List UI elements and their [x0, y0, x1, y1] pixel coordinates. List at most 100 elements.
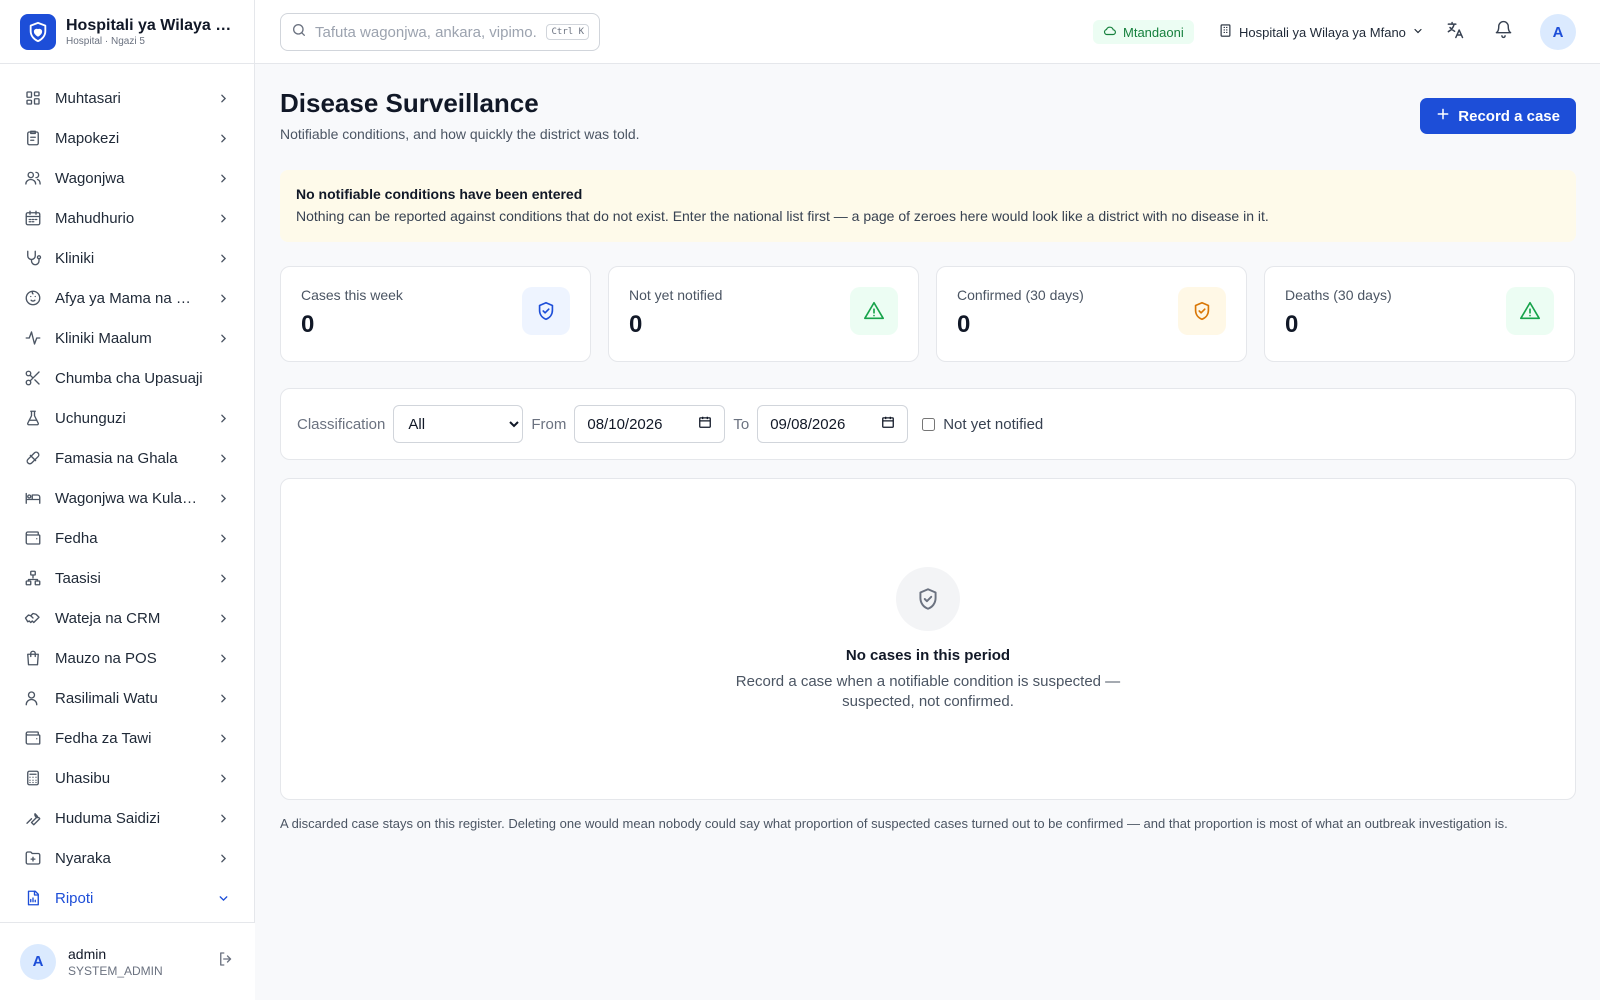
stat-card: Not yet notified 0	[608, 266, 919, 362]
brand[interactable]: Hospitali ya Wilaya ya Mfano Hospital · …	[0, 0, 254, 64]
chevron-down-icon	[1412, 25, 1424, 40]
sidebar-item-nyaraka[interactable]: Nyaraka	[0, 838, 254, 878]
shield-check-icon	[1178, 287, 1226, 335]
sidebar-item-kliniki[interactable]: Kliniki	[0, 238, 254, 278]
sidebar-item-wateja-na-crm[interactable]: Wateja na CRM	[0, 598, 254, 638]
to-date-input[interactable]: 09/08/2026	[757, 405, 909, 443]
sidebar-item-label: Mapokezi	[55, 129, 120, 147]
wallet-icon	[24, 729, 42, 747]
not-yet-notified-label: Not yet notified	[943, 415, 1044, 433]
sidebar-item-label: Kliniki	[55, 249, 95, 267]
user-box: A admin SYSTEM_ADMIN	[0, 922, 255, 1000]
report-icon	[24, 889, 42, 907]
sidebar-item-label: Fedha za Tawi	[55, 729, 152, 747]
chevron-right-icon	[216, 171, 230, 185]
top-bar: Ctrl K Mtandaoni Hospitali ya Wilaya ya …	[255, 0, 1600, 64]
from-label: From	[531, 415, 567, 433]
shopping-bag-icon	[24, 649, 42, 667]
pill-icon	[24, 449, 42, 467]
sidebar-item-label: Wagonjwa wa Kulazwa	[55, 489, 203, 507]
chevron-right-icon	[216, 451, 230, 465]
sidebar-nav: Muhtasari Mapokezi Wagonjwa Mahudhurio Klini…	[0, 64, 254, 918]
footnote: A discarded case stays on this register.…	[280, 816, 1508, 831]
calendar-icon[interactable]	[698, 415, 712, 433]
alert-triangle-icon	[1506, 287, 1554, 335]
facility-selector[interactable]: Hospitali ya Wilaya ya Mfano	[1218, 18, 1424, 46]
folder-icon	[24, 849, 42, 867]
sidebar-item-huduma-saidizi[interactable]: Huduma Saidizi	[0, 798, 254, 838]
sidebar-item-wagonjwa[interactable]: Wagonjwa	[0, 158, 254, 198]
chevron-right-icon	[216, 691, 230, 705]
sidebar-item-rasilimali-watu[interactable]: Rasilimali Watu	[0, 678, 254, 718]
record-case-button[interactable]: Record a case	[1420, 98, 1576, 134]
sidebar-item-label: Wagonjwa	[55, 169, 125, 187]
user-role: SYSTEM_ADMIN	[68, 963, 163, 978]
page-subtitle: Notifiable conditions, and how quickly t…	[280, 126, 640, 142]
notifications-button[interactable]	[1485, 14, 1521, 50]
chevron-right-icon	[216, 331, 230, 345]
users-icon	[24, 169, 42, 187]
chevron-right-icon	[216, 571, 230, 585]
bell-icon	[1494, 20, 1513, 44]
sidebar-item-taasisi[interactable]: Taasisi	[0, 558, 254, 598]
sidebar: Hospitali ya Wilaya ya Mfano Hospital · …	[0, 0, 255, 1000]
user-avatar[interactable]: A	[20, 943, 56, 980]
global-search[interactable]: Ctrl K	[280, 13, 600, 51]
sidebar-item-ripoti[interactable]: Ripoti	[0, 878, 254, 918]
stat-card: Cases this week 0	[280, 266, 591, 362]
chevron-right-icon	[216, 731, 230, 745]
scissors-icon	[24, 369, 42, 387]
grid-icon	[24, 89, 42, 107]
not-yet-notified-filter[interactable]: Not yet notified	[922, 416, 1043, 433]
sidebar-item-chumba-cha-upasuaji[interactable]: Chumba cha Upasuaji	[0, 358, 254, 398]
facility-name: Hospitali ya Wilaya ya Mfano	[1239, 24, 1406, 40]
chevron-right-icon	[216, 771, 230, 785]
sidebar-item-mahudhurio[interactable]: Mahudhurio	[0, 198, 254, 238]
chevron-right-icon	[216, 651, 230, 665]
sidebar-item-label: Mahudhurio	[55, 209, 135, 227]
sidebar-item-label: Muhtasari	[55, 89, 121, 107]
sidebar-item-kliniki-maalum[interactable]: Kliniki Maalum	[0, 318, 254, 358]
sidebar-item-label: Ripoti	[55, 889, 94, 907]
from-date-input[interactable]: 08/10/2026	[574, 405, 726, 443]
sidebar-item-wagonjwa-wa-kulazwa[interactable]: Wagonjwa wa Kulazwa	[0, 478, 254, 518]
sidebar-item-famasia-na-ghala[interactable]: Famasia na Ghala	[0, 438, 254, 478]
wrench-icon	[24, 809, 42, 827]
classification-label: Classification	[297, 415, 386, 433]
sidebar-item-label: Kliniki Maalum	[55, 329, 152, 347]
sidebar-item-label: Huduma Saidizi	[55, 809, 161, 827]
bed-icon	[24, 489, 42, 507]
stats-row: Cases this week 0 Not yet notified 0 Confirm…	[280, 266, 1576, 362]
sidebar-item-mauzo-na-pos[interactable]: Mauzo na POS	[0, 638, 254, 678]
activity-icon	[24, 329, 42, 347]
handshake-icon	[24, 609, 42, 627]
sidebar-item-fedha[interactable]: Fedha	[0, 518, 254, 558]
language-button[interactable]	[1437, 14, 1473, 50]
connection-status-label: Mtandaoni	[1123, 24, 1184, 40]
chevron-right-icon	[216, 131, 230, 145]
sidebar-item-afya-ya-mama-na-mtoto[interactable]: Afya ya Mama na Mtoto	[0, 278, 254, 318]
chevron-right-icon	[216, 211, 230, 225]
user-name: admin	[68, 945, 107, 962]
search-input[interactable]	[315, 23, 539, 41]
sidebar-item-mapokezi[interactable]: Mapokezi	[0, 118, 254, 158]
header-user-avatar[interactable]: A	[1540, 14, 1576, 50]
chevron-down-icon	[216, 891, 230, 905]
stat-card: Deaths (30 days) 0	[1264, 266, 1575, 362]
filter-bar: Classification All From 08/10/2026 To 09…	[280, 388, 1576, 460]
not-yet-notified-checkbox[interactable]	[922, 417, 936, 431]
plus-icon	[1436, 107, 1450, 125]
sidebar-item-uhasibu[interactable]: Uhasibu	[0, 758, 254, 798]
sidebar-item-uchunguzi[interactable]: Uchunguzi	[0, 398, 254, 438]
connection-status-badge: Mtandaoni	[1093, 20, 1194, 44]
sidebar-item-fedha-za-tawi[interactable]: Fedha za Tawi	[0, 718, 254, 758]
logout-icon[interactable]	[217, 950, 235, 973]
setup-alert: No notifiable conditions have been enter…	[280, 170, 1576, 242]
alert-triangle-icon	[850, 287, 898, 335]
chevron-right-icon	[216, 851, 230, 865]
classification-select[interactable]: All	[393, 405, 524, 443]
chevron-right-icon	[216, 531, 230, 545]
calendar-icon[interactable]	[881, 415, 895, 433]
sidebar-item-muhtasari[interactable]: Muhtasari	[0, 78, 254, 118]
sidebar-item-label: Nyaraka	[55, 849, 111, 867]
